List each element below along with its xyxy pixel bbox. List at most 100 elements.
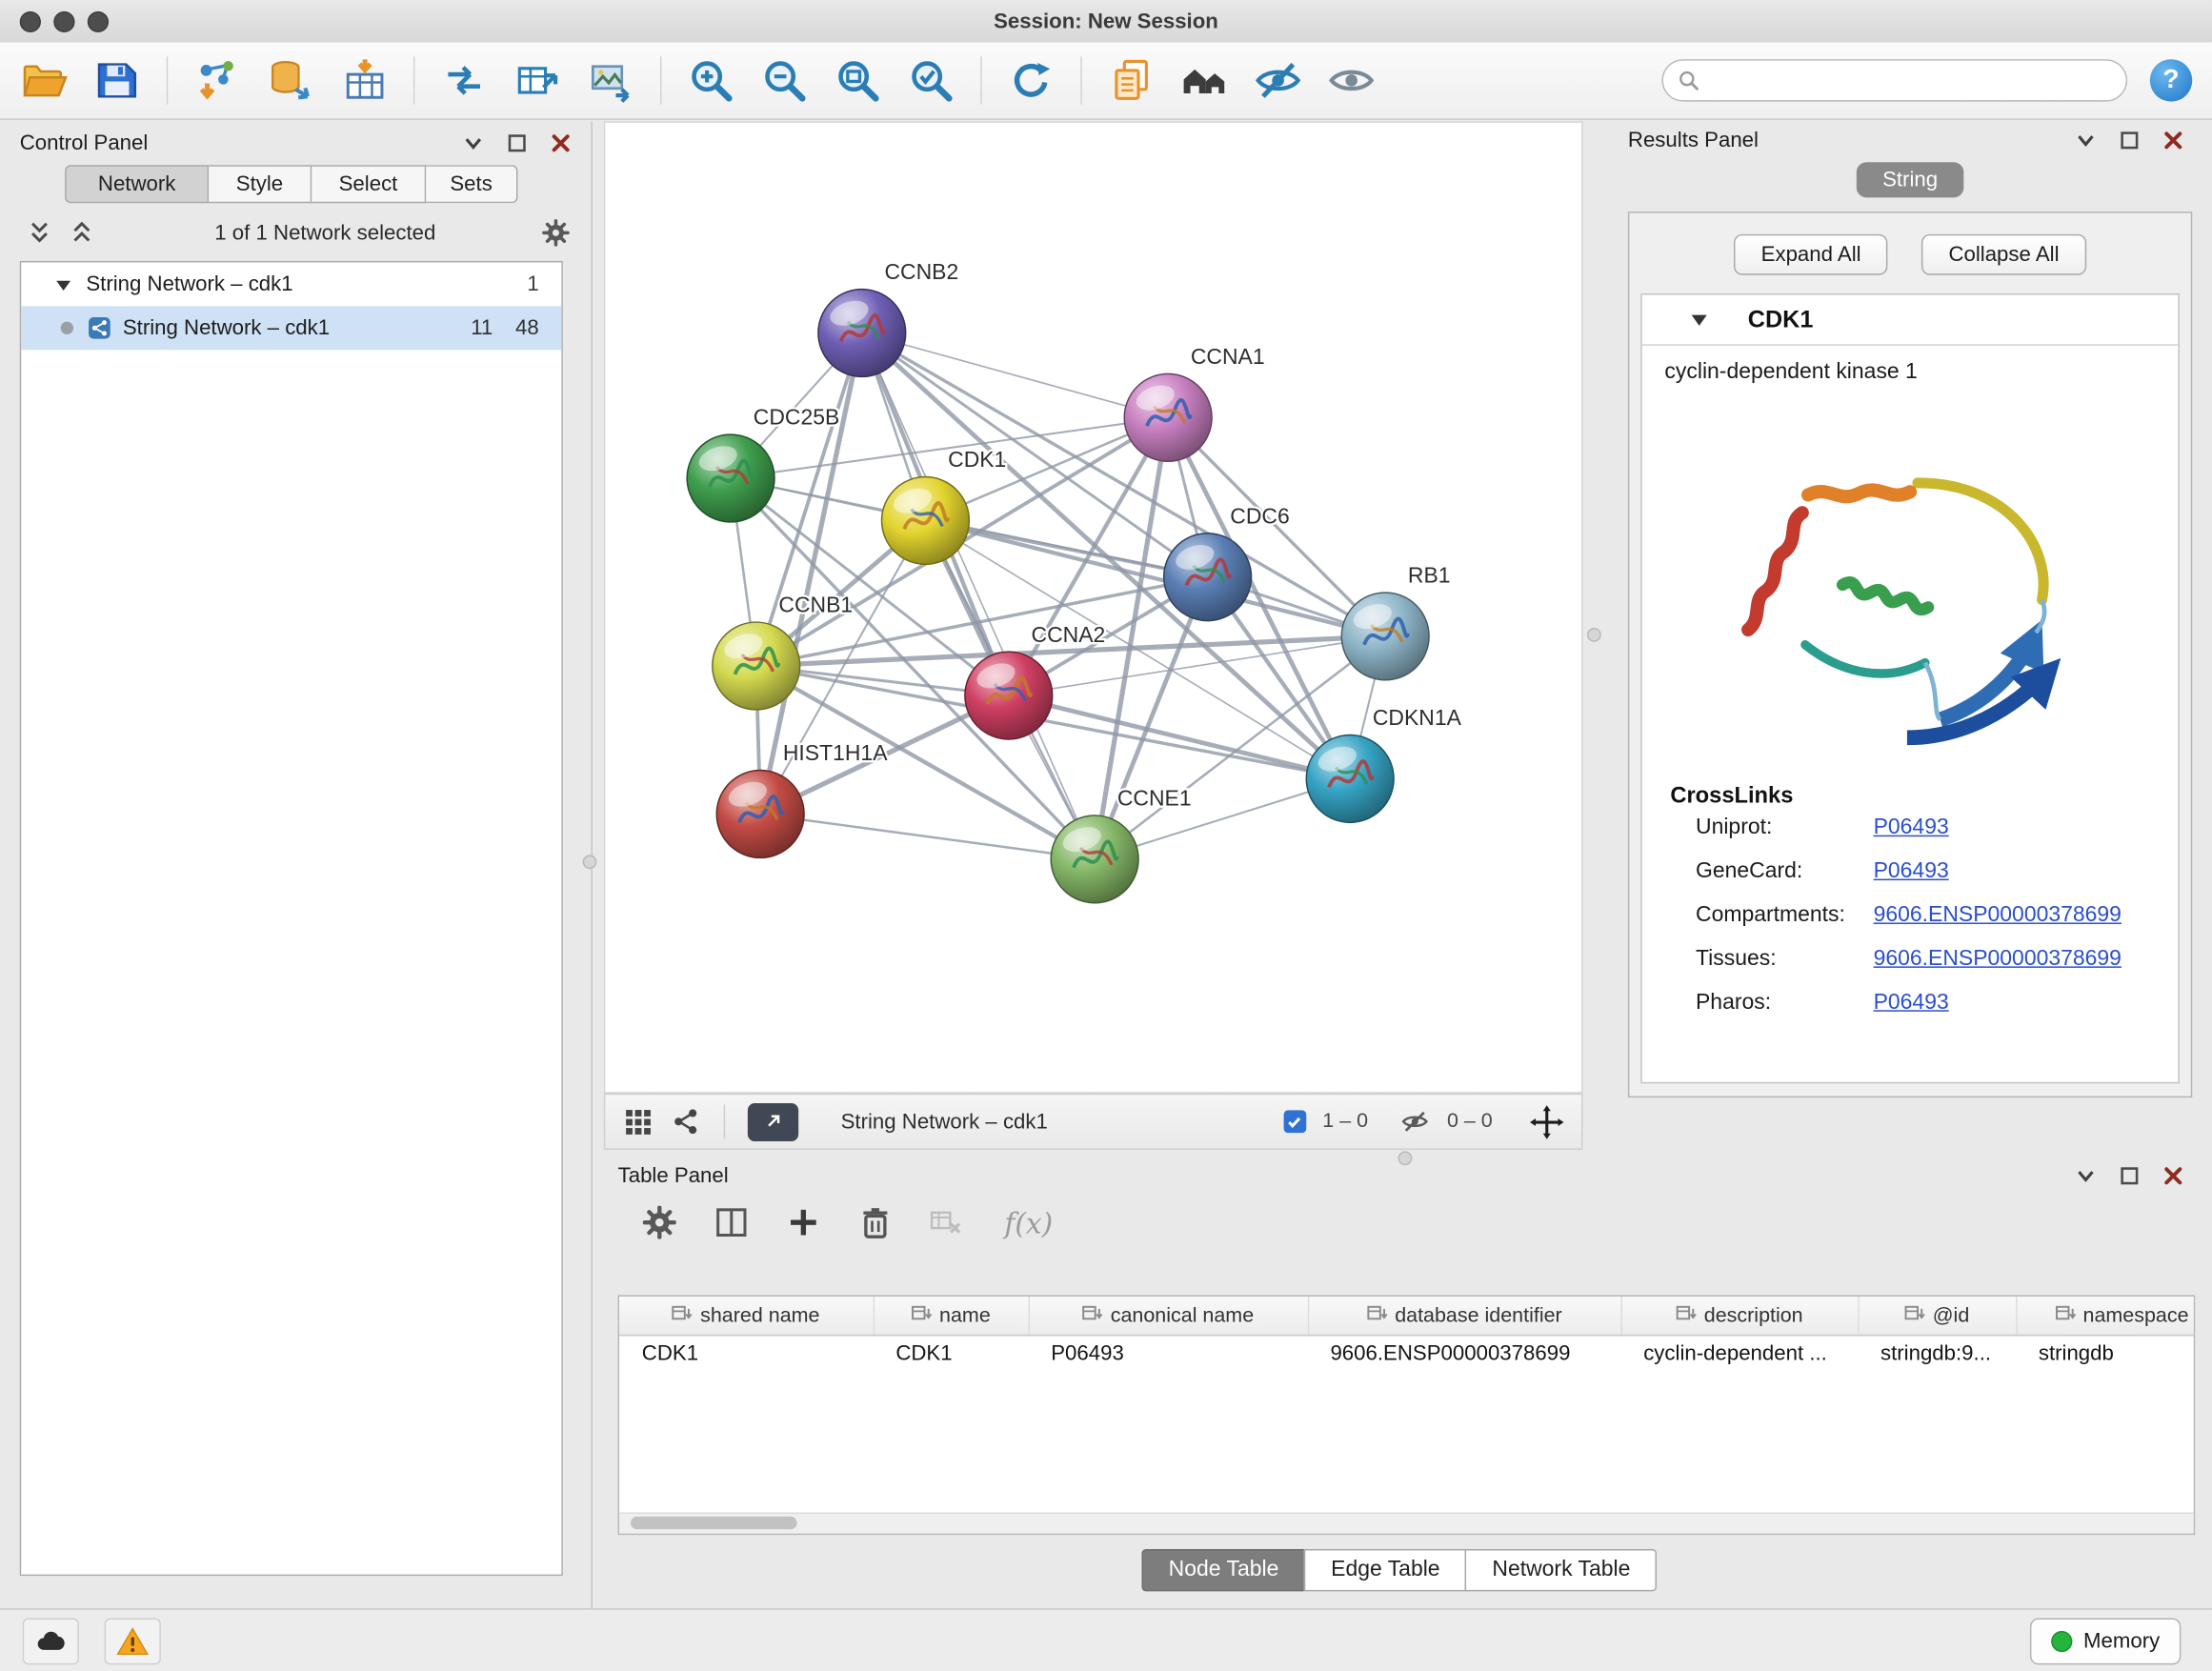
network-node[interactable]: CDKN1A <box>1306 705 1461 822</box>
help-icon[interactable]: ? <box>2150 59 2192 101</box>
minimize-window-icon[interactable] <box>53 11 74 32</box>
import-network-file-icon[interactable] <box>193 56 241 104</box>
selected-nodes-checkbox[interactable] <box>1283 1110 1306 1133</box>
expand-all-networks-icon[interactable] <box>26 219 54 248</box>
tab-network-table[interactable]: Network Table <box>1465 1549 1657 1591</box>
zoom-out-icon[interactable] <box>760 56 808 104</box>
close-window-icon[interactable] <box>20 11 41 32</box>
column-header[interactable]: shared name <box>619 1297 874 1335</box>
tab-edge-table[interactable]: Edge Table <box>1304 1549 1467 1591</box>
cloud-status-button[interactable] <box>23 1619 79 1665</box>
float-panel-icon[interactable] <box>2116 127 2142 153</box>
table-cell[interactable]: stringdb:9... <box>1858 1335 2016 1373</box>
network-node[interactable]: CDC25B <box>687 405 839 522</box>
copy-document-icon[interactable] <box>1107 56 1155 104</box>
crosslink-link[interactable]: P06493 <box>1874 859 1949 885</box>
right-splitter-handle[interactable] <box>1587 628 1601 642</box>
table-row[interactable]: CDK1CDK1P064939606.ENSP00000378699cyclin… <box>619 1335 2195 1373</box>
tab-network[interactable]: Network <box>65 165 209 203</box>
tab-string[interactable]: String <box>1857 162 1964 197</box>
close-panel-icon[interactable] <box>2160 1162 2186 1189</box>
tab-select[interactable]: Select <box>312 165 426 203</box>
close-panel-icon[interactable] <box>2160 127 2186 153</box>
network-node[interactable]: CCNA1 <box>1124 344 1264 461</box>
search-field[interactable] <box>1661 59 2127 101</box>
window-controls[interactable] <box>20 11 109 32</box>
collapse-panel-icon[interactable] <box>460 130 487 156</box>
crosslink-link[interactable]: P06493 <box>1874 815 1949 841</box>
network-node[interactable]: CDK1 <box>882 447 1007 564</box>
zoom-in-icon[interactable] <box>687 56 734 104</box>
table-cell[interactable]: 9606.ENSP00000378699 <box>1308 1335 1621 1373</box>
collapse-all-networks-icon[interactable] <box>68 219 96 248</box>
collapse-panel-icon[interactable] <box>2072 127 2099 153</box>
homes-icon[interactable] <box>1180 56 1228 104</box>
zoom-window-icon[interactable] <box>88 11 109 32</box>
collapse-protein-icon[interactable] <box>1690 311 1708 329</box>
show-annotations-icon[interactable] <box>1327 56 1375 104</box>
column-header[interactable]: name <box>874 1297 1029 1335</box>
birdseye-grid-icon[interactable] <box>622 1106 654 1137</box>
delete-column-icon[interactable] <box>856 1203 895 1241</box>
column-header[interactable]: description <box>1621 1297 1859 1335</box>
tab-sets[interactable]: Sets <box>426 165 517 203</box>
collapse-panel-icon[interactable] <box>2072 1162 2099 1189</box>
float-panel-icon[interactable] <box>2116 1162 2142 1189</box>
table-cell[interactable]: CDK1 <box>619 1335 874 1373</box>
memory-button[interactable]: Memory <box>2030 1619 2182 1665</box>
crosslink-link[interactable]: P06493 <box>1874 991 1949 1017</box>
crosslink-link[interactable]: 9606.ENSP00000378699 <box>1874 903 2122 929</box>
open-in-new-window-button[interactable] <box>748 1102 798 1140</box>
network-node[interactable]: RB1 <box>1341 563 1450 680</box>
tab-style[interactable]: Style <box>209 165 312 203</box>
column-header[interactable]: canonical name <box>1029 1297 1308 1335</box>
network-options-gear-icon[interactable] <box>540 217 572 249</box>
column-header[interactable]: namespace <box>2016 1297 2195 1335</box>
horizontal-scrollbar[interactable] <box>619 1512 2194 1533</box>
crosslink-link[interactable]: 9606.ENSP00000378699 <box>1874 947 2122 973</box>
clone-network-icon[interactable] <box>440 56 488 104</box>
open-session-icon[interactable] <box>20 56 68 104</box>
network-row-selected[interactable]: String Network – cdk1 11 48 <box>21 306 561 350</box>
table-cell[interactable]: cyclin-dependent ... <box>1621 1335 1859 1373</box>
left-splitter-handle[interactable] <box>583 855 597 869</box>
column-header[interactable]: database identifier <box>1308 1297 1621 1335</box>
table-cell[interactable]: P06493 <box>1029 1335 1308 1373</box>
import-network-database-icon[interactable] <box>267 56 314 104</box>
network-canvas[interactable]: CCNB2CCNA1CDC25BCDK1CDC6RB1CCNB1CCNA2CDK… <box>604 121 1583 1093</box>
network-graph[interactable]: CCNB2CCNA1CDC25BCDK1CDC6RB1CCNB1CCNA2CDK… <box>605 123 1581 1092</box>
network-edge[interactable] <box>756 577 1208 666</box>
float-panel-icon[interactable] <box>504 130 531 156</box>
expand-collection-icon[interactable] <box>55 276 72 293</box>
hidden-elements-icon[interactable] <box>1399 1106 1431 1137</box>
refresh-icon[interactable] <box>1007 56 1055 104</box>
column-header[interactable]: @id <box>1858 1297 2016 1335</box>
collapse-all-button[interactable]: Collapse All <box>1921 234 2085 275</box>
pan-crosshair-icon[interactable] <box>1529 1104 1564 1139</box>
network-collection-row[interactable]: String Network – cdk1 1 <box>21 262 561 306</box>
network-node[interactable]: CCNB2 <box>818 259 958 376</box>
close-panel-icon[interactable] <box>548 130 574 156</box>
save-session-icon[interactable] <box>93 56 141 104</box>
hide-annotations-icon[interactable] <box>1254 56 1301 104</box>
table-cell[interactable]: CDK1 <box>874 1335 1029 1373</box>
export-image-icon[interactable] <box>587 56 634 104</box>
zoom-fit-icon[interactable] <box>834 56 881 104</box>
table-options-gear-icon[interactable] <box>640 1203 678 1241</box>
search-input[interactable] <box>1708 68 2112 93</box>
network-edge[interactable] <box>862 332 1095 858</box>
table-cell[interactable]: stringdb <box>2016 1335 2195 1373</box>
warnings-button[interactable] <box>105 1619 161 1665</box>
add-column-icon[interactable] <box>784 1203 822 1241</box>
import-table-icon[interactable] <box>340 56 388 104</box>
zoom-selected-icon[interactable] <box>907 56 955 104</box>
network-node[interactable]: CDC6 <box>1164 503 1290 620</box>
tab-node-table[interactable]: Node Table <box>1141 1549 1305 1591</box>
network-node[interactable]: HIST1H1A <box>716 740 888 857</box>
expand-all-button[interactable]: Expand All <box>1735 234 1888 275</box>
network-share-icon[interactable] <box>670 1106 701 1137</box>
export-table-icon[interactable] <box>513 56 561 104</box>
network-node[interactable]: CCNE1 <box>1051 786 1191 903</box>
show-columns-icon[interactable] <box>713 1203 751 1241</box>
network-edge[interactable] <box>760 814 1095 858</box>
